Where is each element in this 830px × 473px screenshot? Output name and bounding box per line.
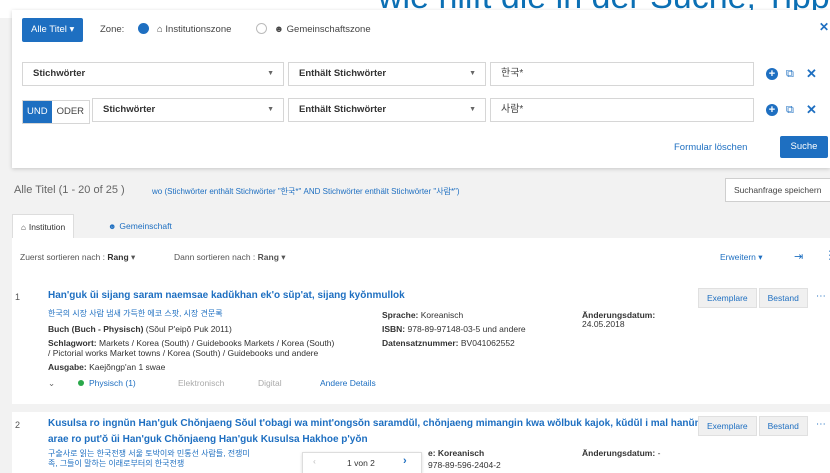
record-number: 1 [15,292,21,302]
clear-form-link[interactable]: Formular löschen [674,142,747,153]
users-icon: ☻ [108,222,117,231]
record-actions: Exemplare Bestand ⋯ [698,416,830,436]
chevron-down-icon: ▾ [281,252,286,262]
record-language: e: Koreanisch [428,448,485,458]
export-icon[interactable]: ⇥ [794,250,803,263]
record-edition: Ausgabe: Kaejŏngp'an 1 swae [48,362,166,372]
tab-community[interactable]: ☻ Gemeinschaft [100,214,180,238]
users-icon: ☻ [274,24,287,35]
zone-institution-radio[interactable] [138,23,149,34]
row-actions-1: + ⧉ ✕ [766,67,818,80]
chevron-down-icon: ▼ [469,106,476,113]
row-actions-2: + ⧉ ✕ [766,103,818,116]
chevron-down-icon: ▾ [69,24,75,35]
building-icon: ⌂ [21,223,26,232]
term-input-1[interactable]: 한국* [490,62,754,86]
sort-secondary[interactable]: Dann sortieren nach : Rang ▾ [174,252,286,263]
term-input-2[interactable]: 사람* [490,98,754,122]
and-button[interactable]: UND [23,101,52,123]
record-title[interactable]: Kusulsa ro ingnŭn Han'guk Chŏnjaeng Sŏul… [48,418,701,429]
scope-dropdown-button[interactable]: Alle Titel ▾ [22,18,84,42]
record-subtitle: 한국의 시장 사람 냄새 가득한 에코 스팟, 시장 견문록 [48,309,223,318]
available-status-icon [78,380,84,386]
record-subjects-cont: / Pictorial works Market towns / Korea (… [48,348,319,358]
remove-row-icon[interactable]: ✕ [806,103,818,116]
physical-availability-link[interactable]: Physisch (1) [89,378,136,388]
chevron-down-icon: ▼ [267,70,274,77]
zone-institution-option[interactable]: ⌂ Institutionszone [157,24,231,35]
close-icon[interactable]: ✕ [819,20,829,34]
record-changed: Änderungsdatum: - [582,448,661,458]
record-number: 2 [15,420,21,430]
pagination: ‹ 1 von 2 › [302,452,422,473]
copies-button[interactable]: Exemplare [698,288,757,308]
operator-select-1[interactable]: Enthält Stichwörter ▼ [288,62,486,86]
results-query: wo (Stichwörter enthält Stichwörter "한국*… [152,187,460,196]
chevron-left-icon[interactable]: ‹ [313,456,316,466]
record-subtitle-cont: 족, 그들이 말하는 이래로부터의 한국전쟁 [48,459,185,468]
holdings-button[interactable]: Bestand [758,416,808,436]
field-select-1[interactable]: Stichwörter ▼ [22,62,284,86]
record-isbn: 978-89-596-2404-2 [428,460,501,470]
copy-icon[interactable]: ⧉ [786,68,798,80]
record-id: Datensatznummer: BV041062552 [382,338,515,348]
remove-row-icon[interactable]: ✕ [806,67,818,80]
chevron-right-icon[interactable]: › [403,455,407,467]
chevron-down-icon[interactable]: ⌄ [48,378,55,389]
add-row-icon[interactable]: + [766,104,778,116]
results-count: Alle Titel (1 - 20 of 25 ) [14,184,125,196]
more-icon[interactable]: ⋯ [810,416,830,436]
chevron-down-icon: ▾ [131,252,136,262]
zone-community-option[interactable]: ☻ Gemeinschaftszone [274,24,371,35]
copy-icon[interactable]: ⧉ [786,104,798,116]
record-language: Sprache: Koreanisch [382,310,464,320]
or-button[interactable]: ODER [51,101,90,123]
copies-button[interactable]: Exemplare [698,416,757,436]
electronic-availability: Elektronisch [178,378,225,388]
tab-institution[interactable]: ⌂ Institution [12,214,75,238]
record-isbn: ISBN: 978-89-97148-03-5 und andere [382,324,526,334]
record-actions: Exemplare Bestand ⋯ [698,288,830,308]
record-type: Buch (Buch - Physisch) (Sŏul P'eipŏ Puk … [48,324,232,334]
results-panel: Zuerst sortieren nach : Rang ▾ Dann sort… [12,238,830,473]
operator-select-2[interactable]: Enthält Stichwörter ▼ [288,98,486,122]
record-divider [12,404,830,412]
other-details-link[interactable]: Andere Details [320,378,376,388]
search-button[interactable]: Suche [780,136,828,158]
sort-primary[interactable]: Zuerst sortieren nach : Rang ▾ [20,252,135,263]
boolean-toggle: UND ODER [22,100,91,124]
holdings-button[interactable]: Bestand [758,288,808,308]
save-query-button[interactable]: Suchanfrage speichern [725,178,830,202]
scope-label: Alle Titel [31,24,67,35]
more-icon[interactable]: ⋮ [824,248,830,262]
chevron-down-icon: ▼ [267,106,274,113]
page-indicator: 1 von 2 [347,458,375,468]
expand-dropdown[interactable]: Erweitern ▾ [720,252,763,263]
zone-community-radio[interactable] [256,23,267,34]
add-row-icon[interactable]: + [766,68,778,80]
chevron-down-icon: ▼ [469,70,476,77]
field-select-2[interactable]: Stichwörter ▼ [92,98,284,122]
record-changed-value: 24.05.2018 [582,319,625,329]
digital-availability: Digital [258,378,282,388]
search-panel: Alle Titel ▾ Zone: ⌂ Institutionszone ☻ … [12,10,830,168]
record-title[interactable]: Han'guk ŭi sijang saram naemsae kadŭkhan… [48,290,405,301]
record-title-cont[interactable]: arae ro put'ŏ ŭi Han'guk Chŏnjaeng Han'g… [48,434,368,445]
record-subjects: Schlagwort: Markets / Korea (South) / Gu… [48,338,335,348]
more-icon[interactable]: ⋯ [810,288,830,308]
zone-label: Zone: [100,24,125,35]
